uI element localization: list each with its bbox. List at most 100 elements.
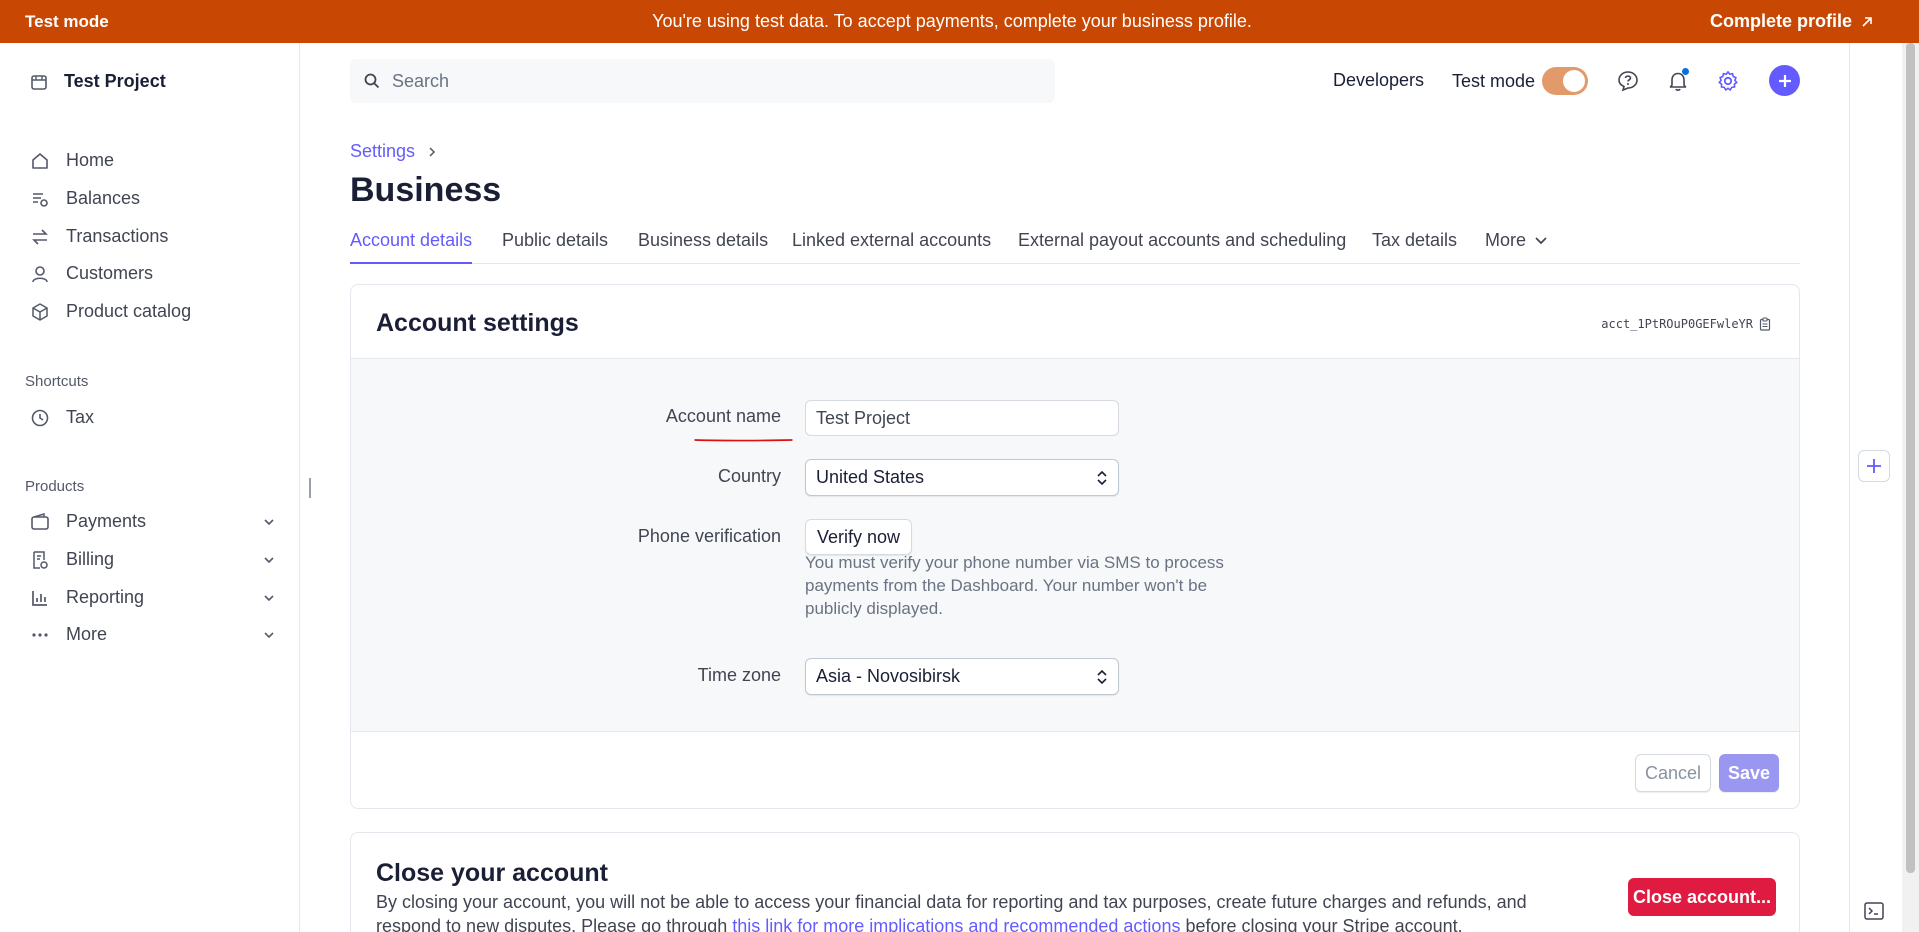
- close-account-card: Close your account By closing your accou…: [350, 832, 1800, 932]
- scrollbar-thumb[interactable]: [1906, 43, 1915, 873]
- sidebar-resize-handle[interactable]: [309, 478, 311, 498]
- side-panel-add-button[interactable]: [1858, 450, 1890, 482]
- chevron-down-icon: [1535, 237, 1547, 245]
- notification-dot: [1682, 68, 1689, 75]
- shell-button[interactable]: [1862, 900, 1886, 922]
- banner-message: You're using test data. To accept paymen…: [652, 11, 1252, 31]
- test-mode-toggle[interactable]: [1542, 67, 1588, 95]
- sidebar-item-label: Product catalog: [66, 301, 192, 321]
- toggle-knob: [1563, 70, 1585, 92]
- sidebar-item-label: Billing: [66, 549, 115, 569]
- notifications-button[interactable]: [1665, 68, 1691, 94]
- dots-icon: [32, 632, 48, 637]
- account-name-input[interactable]: [805, 400, 1119, 436]
- close-account-title: Close your account: [376, 859, 608, 887]
- test-mode-label: Test mode: [1452, 71, 1536, 91]
- country-value: United States: [816, 467, 925, 487]
- tab-linked-external-accounts[interactable]: Linked external accounts: [792, 230, 991, 264]
- account-settings-card: Account settings acct_1PtROuP0GEFwleYR A…: [350, 284, 1800, 809]
- verify-now-button[interactable]: Verify now: [805, 519, 912, 555]
- gear-icon: [1718, 71, 1738, 91]
- sidebar-item-label: Customers: [66, 263, 154, 283]
- sidebar-item-balances[interactable]: Balances: [30, 188, 275, 209]
- project-name: Test Project: [64, 71, 166, 91]
- tab-public-details[interactable]: Public details: [502, 230, 608, 264]
- select-arrows-icon: [1097, 669, 1107, 685]
- account-settings-title: Account settings: [376, 309, 579, 337]
- country-label: Country: [717, 466, 781, 486]
- complete-profile-link[interactable]: Complete profile: [1710, 11, 1874, 32]
- settings-button[interactable]: [1715, 68, 1741, 94]
- page-scrollbar[interactable]: [1902, 43, 1919, 932]
- sidebar-item-more[interactable]: More: [30, 624, 275, 645]
- search-bar[interactable]: [350, 59, 1055, 103]
- sidebar-item-tax[interactable]: Tax: [30, 407, 275, 428]
- time-zone-select[interactable]: Asia - Novosibirsk: [805, 658, 1119, 695]
- developers-link[interactable]: Developers: [1333, 70, 1424, 91]
- tab-more-label: More: [1485, 230, 1527, 250]
- create-button[interactable]: [1769, 65, 1800, 96]
- implications-link[interactable]: this link for more implications and reco…: [732, 916, 1180, 932]
- page-title: Business: [350, 171, 502, 209]
- time-zone-label: Time zone: [697, 665, 781, 685]
- tab-account-details[interactable]: Account details: [350, 230, 473, 264]
- sidebar-item-home[interactable]: Home: [30, 150, 275, 171]
- search-icon: [364, 73, 380, 89]
- complete-profile-label: Complete profile: [1709, 11, 1852, 31]
- tab-tax-details[interactable]: Tax details: [1372, 230, 1457, 264]
- clock-icon: [31, 409, 49, 426]
- sidebar-item-label: Reporting: [66, 587, 145, 607]
- chevron-down-icon: [264, 594, 274, 601]
- search-input[interactable]: [392, 70, 1012, 92]
- sidebar-item-label: Home: [66, 150, 115, 170]
- transactions-icon: [32, 228, 48, 245]
- account-id: acct_1PtROuP0GEFwleYR: [1601, 317, 1771, 331]
- clipboard-icon[interactable]: [1759, 317, 1771, 331]
- card-header: Account settings acct_1PtROuP0GEFwleYR: [351, 285, 1799, 359]
- billing-icon: [33, 550, 48, 569]
- save-button[interactable]: Save: [1719, 754, 1779, 792]
- time-zone-value: Asia - Novosibirsk: [816, 666, 961, 686]
- tab-bar: Account details Public details Business …: [350, 230, 1800, 264]
- person-icon: [32, 265, 48, 282]
- help-icon: [1618, 71, 1638, 92]
- sidebar-item-product-catalog[interactable]: Product catalog: [30, 301, 275, 322]
- sidebar-item-customers[interactable]: Customers: [30, 263, 275, 284]
- sidebar-item-label: Tax: [66, 407, 95, 427]
- phone-verification-label: Phone verification: [637, 526, 781, 546]
- close-account-button[interactable]: Close account...: [1628, 878, 1776, 916]
- shortcuts-heading: Shortcuts: [25, 373, 89, 390]
- help-button[interactable]: [1615, 68, 1641, 94]
- right-panel-divider: [1849, 43, 1850, 932]
- sidebar-item-label: Transactions: [66, 226, 169, 246]
- project-switcher[interactable]: Test Project: [30, 71, 166, 92]
- wallet-icon: [31, 512, 49, 530]
- tab-business-details[interactable]: Business details: [638, 230, 768, 264]
- sidebar-item-label: Balances: [66, 188, 141, 208]
- country-select[interactable]: United States: [805, 459, 1119, 496]
- account-settings-form: Account name Country United States Phone…: [351, 359, 1799, 732]
- breadcrumb-settings-link[interactable]: Settings: [350, 141, 415, 162]
- balances-icon: [33, 192, 48, 207]
- account-name-label: Account name: [665, 406, 781, 426]
- close-account-description: By closing your account, you will not be…: [376, 890, 1596, 932]
- tab-external-payout-accounts[interactable]: External payout accounts and scheduling: [1018, 230, 1346, 264]
- store-icon: [31, 74, 47, 90]
- chevron-down-icon: [264, 518, 274, 525]
- arrow-up-right-icon: [1862, 16, 1872, 27]
- sidebar-item-billing[interactable]: Billing: [30, 549, 275, 570]
- test-mode-banner: Test mode You're using test data. To acc…: [0, 0, 1919, 43]
- banner-mode-label: Test mode: [25, 11, 109, 31]
- sidebar: Test Project Home Balances Transactions …: [0, 43, 300, 932]
- home-icon: [32, 152, 48, 169]
- sidebar-item-transactions[interactable]: Transactions: [30, 226, 275, 247]
- chevron-right-icon: [429, 146, 436, 157]
- sidebar-item-reporting[interactable]: Reporting: [30, 587, 275, 608]
- cancel-button[interactable]: Cancel: [1635, 754, 1711, 792]
- tab-more[interactable]: More: [1485, 230, 1548, 264]
- sidebar-item-label: More: [66, 624, 108, 644]
- terminal-icon: [1864, 902, 1884, 920]
- phone-verification-help: You must verify your phone number via SM…: [805, 553, 1224, 618]
- sidebar-item-payments[interactable]: Payments: [30, 511, 275, 532]
- close-account-desc-tail: before closing your Stripe account.: [1180, 916, 1463, 932]
